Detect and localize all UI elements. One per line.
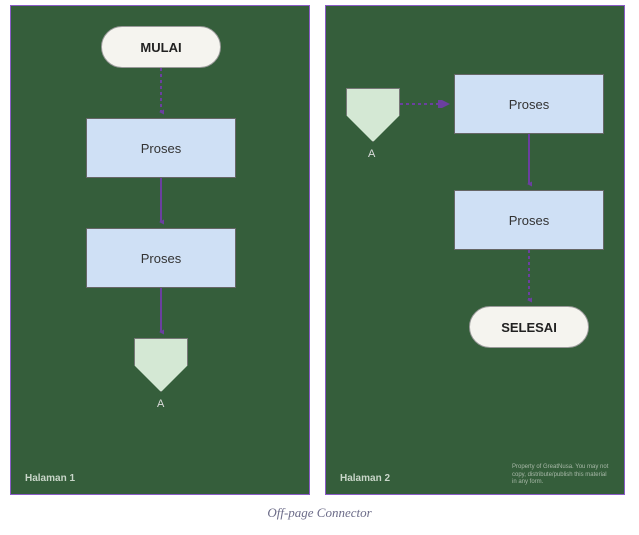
process-4: Proses <box>454 190 604 250</box>
arrow-connector-to-p3 <box>400 100 454 108</box>
arrow-p4-to-end <box>526 250 532 306</box>
connector-label-a-2: A <box>368 148 375 160</box>
arrow-p2-to-connector <box>158 288 164 338</box>
arrow-start-to-p1 <box>158 68 164 118</box>
start-terminator: MULAI <box>101 26 221 68</box>
arrow-p3-to-p4 <box>526 134 532 190</box>
flowchart-page-1: MULAI Proses Proses A Halaman 1 <box>10 5 310 495</box>
process-3: Proses <box>454 74 604 134</box>
connector-label-a: A <box>157 398 164 410</box>
arrow-p1-to-p2 <box>158 178 164 228</box>
page-label-1: Halaman 1 <box>25 473 75 484</box>
page-label-2: Halaman 2 <box>340 473 390 484</box>
end-terminator: SELESAI <box>469 306 589 348</box>
process-2: Proses <box>86 228 236 288</box>
flowchart-page-2: A Proses Proses SELESAI Halaman 2 Proper… <box>325 5 625 495</box>
footnote: Property of GreatNusa. You may not copy,… <box>512 464 612 486</box>
offpage-connector-out <box>134 338 188 392</box>
figure-caption: Off-page Connector <box>0 505 639 521</box>
process-1: Proses <box>86 118 236 178</box>
offpage-connector-in <box>346 88 400 142</box>
